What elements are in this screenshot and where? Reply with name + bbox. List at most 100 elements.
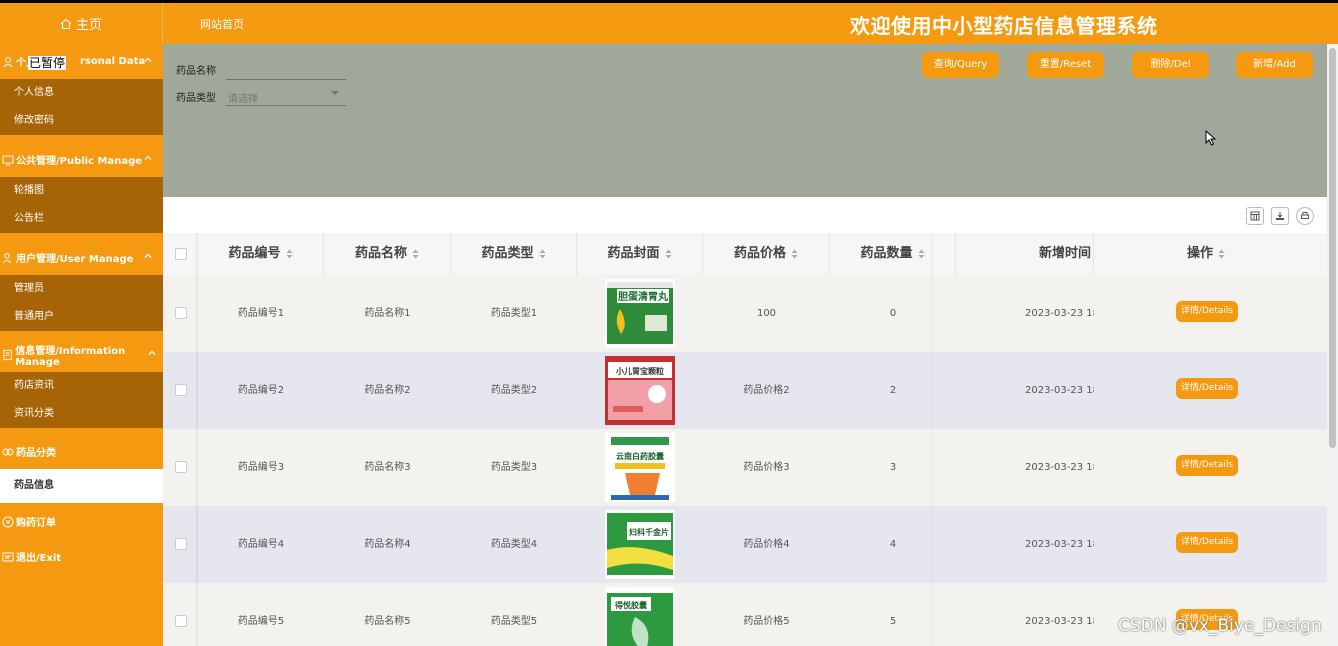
sidebar-item-carousel[interactable]: 轮播图 [0, 177, 163, 205]
cell-drug-code: 药品编号5 [237, 616, 285, 627]
sidebar-submenu-drug: 药品信息 [0, 469, 163, 503]
paused-overlay-label: 已暂停 [28, 56, 67, 70]
drug-type-label: 药品类型 [176, 93, 216, 104]
header-drug-name[interactable]: 药品名称 [324, 233, 451, 275]
sidebar-group-exit[interactable]: 退出/Exit [0, 539, 163, 574]
watermark: CSDN @vx_Biye_Design [1118, 616, 1322, 636]
scrollbar-thumb[interactable] [1329, 48, 1336, 448]
drug-name-label: 药品名称 [176, 66, 216, 77]
fixed-column-shadow [931, 233, 933, 646]
drug-name-input[interactable] [226, 58, 346, 80]
exit-icon [2, 552, 14, 561]
sidebar-item-admin[interactable]: 管理员 [0, 275, 163, 303]
sidebar-item-drug-info[interactable]: 药品信息 [0, 469, 163, 503]
details-button[interactable]: 详情/Details [1176, 301, 1238, 322]
users-icon [2, 252, 12, 263]
add-button[interactable]: 新增/Add [1236, 52, 1313, 78]
cell-drug-code: 药品编号4 [237, 539, 285, 550]
drug-cover-image[interactable]: 得悦胶囊 [605, 587, 675, 646]
sidebar-group-public[interactable]: 公共管理/Public Manage [0, 142, 163, 177]
sort-icon [665, 249, 671, 258]
reset-button[interactable]: 重置/Reset [1027, 52, 1104, 78]
query-button[interactable]: 查询/Query [922, 52, 999, 78]
header-actions[interactable]: 操作 [1096, 233, 1316, 275]
cell-drug-name: 药品名称1 [364, 308, 411, 319]
header-drug-cover[interactable]: 药品封面 [577, 233, 703, 275]
details-button[interactable]: 详情/Details [1176, 532, 1238, 553]
sidebar-item-pharmacy-news[interactable]: 药店资讯 [0, 372, 163, 400]
sidebar-group-label-rest: rsonal Data [80, 56, 146, 67]
cell-drug-code: 药品编号2 [237, 385, 285, 396]
header-drug-price[interactable]: 药品价格 [703, 233, 830, 275]
app-title: 欢迎使用中小型药店信息管理系统 [850, 14, 1158, 38]
drug-cover-image[interactable]: 胆蛋清胃丸 [605, 279, 675, 348]
select-all-checkbox[interactable] [175, 248, 187, 260]
export-button[interactable] [1271, 207, 1289, 225]
vertical-scrollbar[interactable] [1327, 44, 1338, 646]
row-checkbox[interactable] [175, 461, 187, 473]
drug-type-select[interactable]: 请选择 [226, 84, 346, 106]
sidebar-item-notice[interactable]: 公告栏 [0, 205, 163, 233]
header-drug-quantity[interactable]: 药品数量 [830, 233, 956, 275]
columns-toggle-button[interactable] [1246, 207, 1264, 225]
sidebar-item-change-password[interactable]: 修改密码 [0, 107, 163, 135]
user-icon [3, 56, 13, 67]
cell-drug-name: 药品名称3 [364, 462, 411, 473]
cell-drug-type: 药品类型2 [490, 385, 538, 396]
sidebar-submenu-information: 药店资讯 资讯分类 [0, 372, 163, 428]
cell-add-time: 2023-03-23 18:0 [1025, 385, 1094, 396]
sort-icon [1218, 249, 1225, 258]
monitor-icon [2, 155, 14, 165]
header-drug-type[interactable]: 药品类型 [451, 233, 577, 275]
link-icon [2, 448, 14, 455]
sidebar-item-news-category[interactable]: 资讯分类 [0, 400, 163, 428]
cell-drug-price: 药品价格3 [743, 462, 790, 473]
sidebar-submenu-personal: 个人信息 修改密码 [0, 79, 163, 135]
table-toolbar [163, 197, 1327, 233]
sidebar-item-normal-user[interactable]: 普通用户 [0, 303, 163, 331]
sidebar-group-users[interactable]: 用户管理/User Manage [0, 240, 163, 275]
row-checkbox[interactable] [175, 538, 187, 550]
sidebar-group-label: 药品分类 [16, 448, 56, 459]
cell-add-time: 2023-03-23 18:0 [1025, 308, 1094, 319]
cell-drug-code: 药品编号1 [237, 308, 285, 319]
home-link[interactable]: 主页 [0, 3, 163, 44]
row-checkbox[interactable] [175, 384, 187, 396]
details-button[interactable]: 详情/Details [1176, 455, 1238, 476]
site-home-link[interactable]: 网站首页 [200, 16, 244, 32]
sort-icon [412, 249, 419, 258]
sidebar-group-drug-category[interactable]: 药品分类 [0, 434, 163, 469]
table-header: 药品编号 药品名称 药品类型 药品封面 药品价格 药品数量 新增时间 操作 [163, 233, 1327, 275]
sidebar-group-label: 公共管理/Public Manage [16, 156, 143, 167]
cover-text: 妇科千金片 [628, 527, 669, 537]
sort-icon [539, 249, 545, 258]
header-drug-code[interactable]: 药品编号 [198, 233, 324, 275]
cover-text: 云南白药胶囊 [616, 451, 665, 461]
chevron-up-icon [144, 155, 152, 160]
cell-drug-quantity: 2 [889, 385, 897, 396]
app-root: 主页 网站首页 欢迎使用中小型药店信息管理系统 个人 rsonal Data 已暂… [0, 0, 1338, 646]
delete-button[interactable]: 删除/Del [1132, 52, 1209, 78]
row-checkbox[interactable] [175, 615, 187, 627]
sidebar-group-label: 购药订单 [16, 518, 56, 529]
cell-drug-type: 药品类型5 [490, 616, 538, 627]
sidebar-group-information[interactable]: 信息管理/Information Manage [0, 337, 163, 372]
sidebar-group-personal[interactable]: 个人 rsonal Data [0, 44, 163, 79]
cell-drug-quantity: 5 [889, 616, 897, 627]
cell-drug-quantity: 4 [889, 539, 897, 550]
drug-cover-image[interactable]: 妇科千金片 [605, 510, 675, 579]
fixed-column-shadow [196, 233, 199, 646]
table-row: 药品编号3 药品名称3 药品类型3 云南白药胶囊 药品价格3 3 2023-03… [163, 429, 1327, 506]
row-checkbox[interactable] [175, 307, 187, 319]
sidebar-group-orders[interactable]: 购药订单 [0, 504, 163, 539]
table-row: 药品编号4 药品名称4 药品类型4 妇科千金片 药品价格4 4 2023-03-… [163, 506, 1327, 583]
sidebar-group-label: 退出/Exit [16, 553, 62, 564]
cell-drug-name: 药品名称5 [364, 616, 411, 627]
header-add-time[interactable]: 新增时间 [956, 233, 1094, 275]
drug-cover-image[interactable]: 小儿胃宝颗粒 [605, 356, 675, 425]
sidebar-item-personal-info[interactable]: 个人信息 [0, 79, 163, 107]
drug-cover-image[interactable]: 云南白药胶囊 [605, 433, 675, 502]
details-button[interactable]: 详情/Details [1176, 378, 1238, 399]
cell-add-time: 2023-03-23 18:0 [1025, 616, 1094, 627]
print-button[interactable] [1296, 207, 1314, 225]
